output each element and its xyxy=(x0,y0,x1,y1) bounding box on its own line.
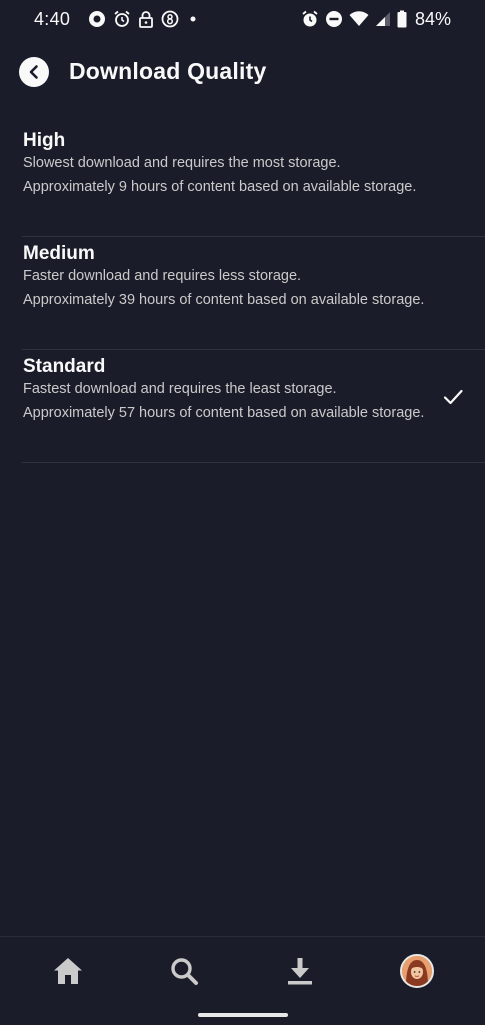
wifi-icon xyxy=(349,11,369,26)
option-title: Medium xyxy=(23,243,95,264)
option-title: Standard xyxy=(23,356,106,377)
option-title: High xyxy=(23,130,66,151)
status-time: 4:40 xyxy=(34,9,71,29)
header: Download Quality xyxy=(0,50,485,96)
home-indicator xyxy=(198,1013,288,1017)
battery-percent: 84% xyxy=(414,8,451,29)
number-badge-icon xyxy=(161,10,179,28)
option-description: Fastest download and requires the least … xyxy=(23,377,433,425)
nav-downloads-button[interactable] xyxy=(282,953,318,989)
dot-icon xyxy=(190,16,196,22)
check-icon xyxy=(443,389,463,405)
status-icons-left xyxy=(88,9,200,29)
bottom-nav xyxy=(0,936,485,1025)
nav-profile-button[interactable] xyxy=(399,953,435,989)
quality-option-medium[interactable]: Medium Faster download and requires less… xyxy=(22,237,485,350)
lock-icon xyxy=(139,11,153,28)
option-description: Slowest download and requires the most s… xyxy=(23,151,433,199)
alarm-clock-icon xyxy=(114,10,130,27)
quality-options-list: High Slowest download and requires the m… xyxy=(0,124,485,463)
search-icon xyxy=(171,958,198,985)
quality-option-standard[interactable]: Standard Fastest download and requires t… xyxy=(22,350,485,463)
record-icon xyxy=(89,11,105,27)
option-description-line: Slowest download and requires the most s… xyxy=(23,155,341,171)
option-description: Faster download and requires less storag… xyxy=(23,264,433,312)
do-not-disturb-icon xyxy=(325,11,342,27)
page-title: Download Quality xyxy=(69,58,267,84)
cellular-signal-icon xyxy=(375,12,390,26)
status-bar: 4:40 84% xyxy=(0,0,485,40)
battery-icon xyxy=(397,10,407,28)
option-description-line: Fastest download and requires the least … xyxy=(23,381,337,397)
quality-option-high[interactable]: High Slowest download and requires the m… xyxy=(22,124,485,237)
back-button[interactable] xyxy=(19,57,49,87)
home-icon xyxy=(54,958,82,984)
option-description-line: Approximately 9 hours of content based o… xyxy=(23,179,417,195)
alarm-clock-icon xyxy=(302,10,318,27)
nav-home-button[interactable] xyxy=(50,953,86,989)
profile-avatar-icon xyxy=(402,956,432,986)
option-description-line: Approximately 39 hours of content based … xyxy=(23,292,425,308)
nav-search-button[interactable] xyxy=(166,953,202,989)
chevron-left-icon xyxy=(29,65,38,79)
option-description-line: Approximately 57 hours of content based … xyxy=(23,405,425,421)
option-description-line: Faster download and requires less storag… xyxy=(23,268,302,284)
avatar xyxy=(400,954,434,988)
status-icons-right: 84% xyxy=(301,9,451,29)
download-icon xyxy=(288,958,312,985)
